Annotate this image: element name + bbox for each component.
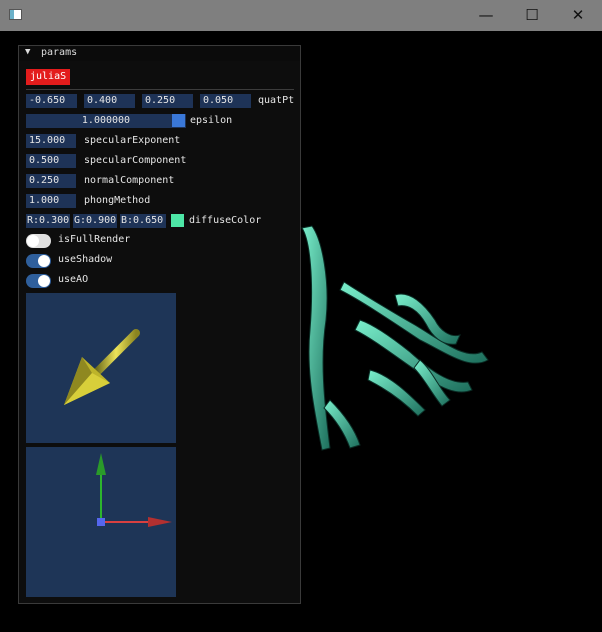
quatpt-y-field[interactable]: 0.400 (84, 94, 135, 108)
normal-component-label: normalComponent (84, 175, 175, 186)
julia-button[interactable]: juliaS (26, 69, 71, 85)
is-full-render-label: isFullRender (58, 234, 131, 245)
diffuse-color-label: diffuseColor (189, 215, 262, 226)
params-panel: ▼ params juliaS -0.650 0.400 0.250 0.050… (18, 45, 301, 604)
quatpt-w-field[interactable]: 0.050 (200, 94, 251, 108)
maximize-button[interactable]: ☐ (509, 0, 555, 31)
phong-method-label: phongMethod (84, 195, 151, 206)
minimize-button[interactable]: — (463, 0, 509, 31)
phong-method-field[interactable]: 1.000 (26, 194, 76, 208)
specular-exponent-field[interactable]: 15.000 (26, 134, 76, 148)
toggle-knob (27, 235, 39, 247)
app-icon (9, 9, 22, 20)
epsilon-field[interactable]: 1.000000 (26, 114, 186, 128)
panel-title: params (41, 47, 78, 58)
quatpt-label: quatPt (258, 95, 295, 106)
toggle-knob (38, 255, 50, 267)
axis-gizmo[interactable] (26, 447, 176, 597)
is-full-render-toggle[interactable] (26, 234, 51, 248)
diffuse-r-field[interactable]: R:0.300 (26, 214, 70, 228)
use-ao-label: useAO (58, 274, 89, 285)
xyz-axes-icon (96, 453, 172, 527)
light-direction-gizmo[interactable] (26, 293, 176, 443)
diffuse-b-field[interactable]: B:0.650 (120, 214, 166, 228)
title-bar: — ☐ ✕ (0, 0, 602, 31)
julia-fractal-render (301, 225, 489, 451)
divider (26, 89, 294, 90)
normal-component-field[interactable]: 0.250 (26, 174, 76, 188)
close-button[interactable]: ✕ (555, 0, 601, 31)
specular-component-field[interactable]: 0.500 (26, 154, 76, 168)
quatpt-x-field[interactable]: -0.650 (26, 94, 77, 108)
direction-arrow-icon (64, 329, 140, 405)
use-shadow-label: useShadow (58, 254, 113, 265)
params-header[interactable]: ▼ params (19, 46, 300, 61)
toggle-knob (38, 275, 50, 287)
use-shadow-toggle[interactable] (26, 254, 51, 268)
quatpt-z-field[interactable]: 0.250 (142, 94, 193, 108)
epsilon-label: epsilon (190, 115, 233, 126)
diffuse-color-swatch[interactable] (171, 214, 184, 227)
specular-exponent-label: specularExponent (84, 135, 181, 146)
collapse-arrow-icon[interactable]: ▼ (25, 47, 30, 57)
diffuse-g-field[interactable]: G:0.900 (73, 214, 117, 228)
epsilon-color-swatch[interactable] (172, 114, 185, 127)
use-ao-toggle[interactable] (26, 274, 51, 288)
specular-component-label: specularComponent (84, 155, 187, 166)
